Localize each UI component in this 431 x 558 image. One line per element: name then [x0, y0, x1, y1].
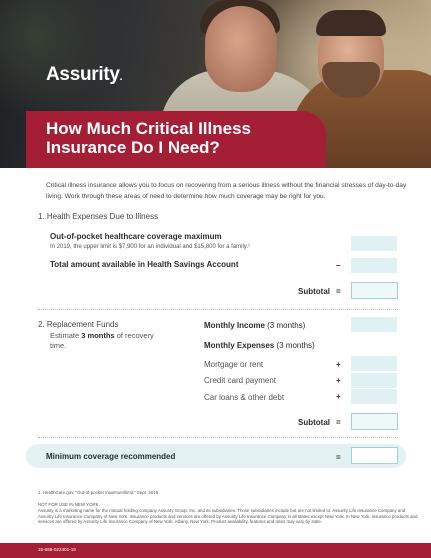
- subtotal-2-label: Subtotal: [298, 418, 330, 427]
- plus-sign: +: [336, 360, 341, 369]
- plus-sign: +: [336, 376, 341, 385]
- mortgage-label: Mortgage or rent: [204, 360, 264, 369]
- footer-code: 15-668-022401-19: [38, 547, 76, 552]
- subtotal-1-label: Subtotal: [298, 287, 330, 296]
- page-title: How Much Critical Illness Insurance Do I…: [46, 119, 251, 157]
- monthly-income-input[interactable]: [351, 317, 397, 332]
- monthly-income-label: Monthly Income (3 months): [204, 321, 306, 330]
- hsa-input[interactable]: [351, 258, 397, 273]
- minus-sign: –: [336, 261, 341, 270]
- car-loans-input[interactable]: [351, 389, 397, 404]
- assurity-logo: Assurity.: [46, 64, 123, 85]
- legal-text: Assurity is a marketing name for the mut…: [38, 508, 418, 525]
- credit-card-input[interactable]: [351, 373, 397, 388]
- section-2-estimate: Estimate 3 months of recovery time.: [50, 331, 154, 350]
- monthly-expenses-label: Monthly Expenses (3 months): [204, 341, 315, 350]
- car-loans-label: Car loans & other debt: [204, 393, 285, 402]
- oop-max-input[interactable]: [351, 236, 397, 251]
- divider: [38, 309, 398, 310]
- hsa-label: Total amount available in Health Savings…: [50, 260, 239, 269]
- equals-sign: =: [336, 287, 341, 296]
- mortgage-input[interactable]: [351, 356, 397, 371]
- minimum-coverage-label: Minimum coverage recommended: [46, 452, 176, 461]
- minimum-coverage-input[interactable]: [351, 447, 398, 464]
- subtotal-1-input[interactable]: [351, 282, 398, 299]
- footnote: 1. HealthCare.gov, "Out-of-pocket maximu…: [38, 490, 159, 495]
- oop-max-label: Out-of-pocket healthcare coverage maximu…: [50, 232, 222, 241]
- worksheet-page: Assurity. How Much Critical Illness Insu…: [0, 0, 431, 558]
- section-1-heading: 1. Health Expenses Due to Illness: [38, 212, 159, 221]
- credit-card-label: Credit card payment: [204, 376, 277, 385]
- plus-sign: +: [336, 392, 341, 401]
- intro-text: Critical illness insurance allows you to…: [46, 182, 407, 200]
- section-2-heading: 2. Replacement Funds: [38, 320, 119, 329]
- subtotal-2-input[interactable]: [351, 413, 398, 430]
- legal-title: NOT FOR USE IN NEW YORK.: [38, 502, 100, 507]
- divider: [38, 437, 398, 438]
- oop-max-note: In 2019, the upper limit is $7,900 for a…: [50, 244, 251, 250]
- equals-sign: =: [336, 418, 341, 427]
- equals-sign: =: [336, 453, 341, 462]
